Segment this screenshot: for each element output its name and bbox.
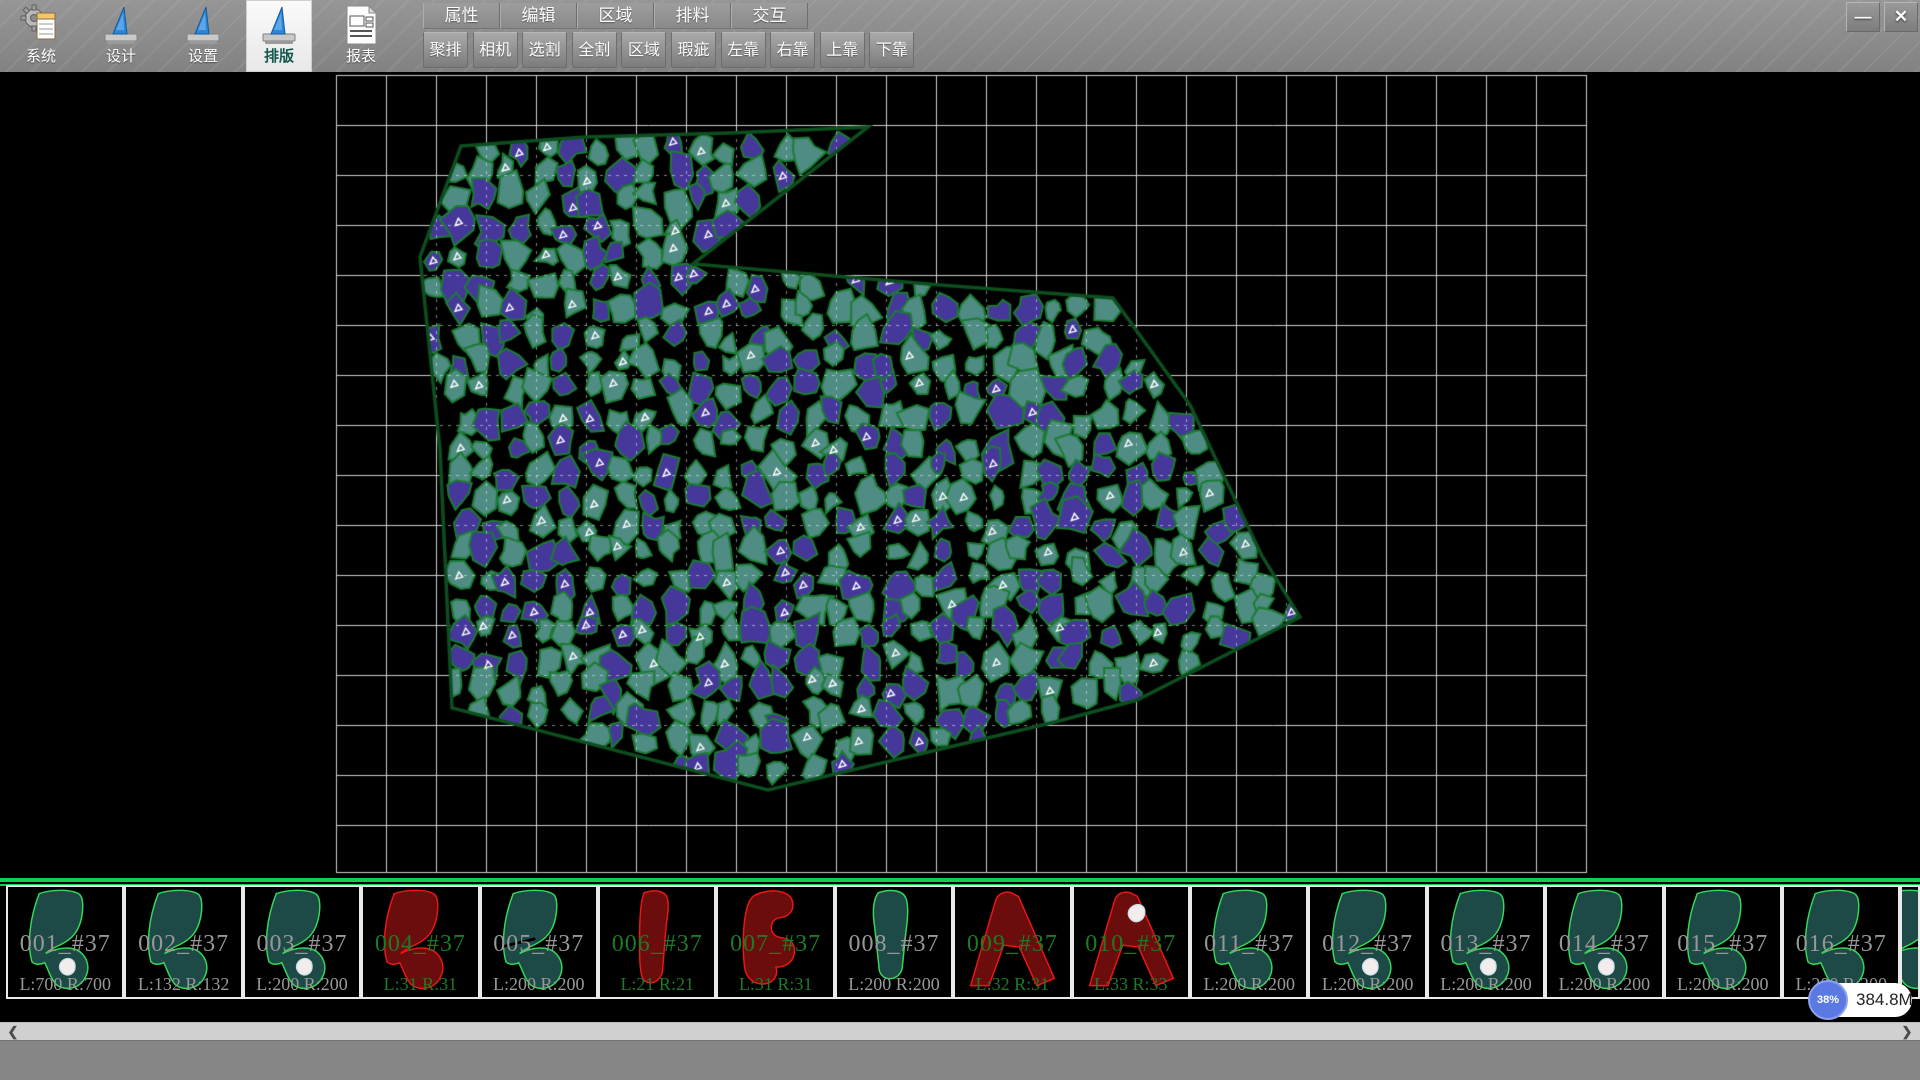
piece-lr-label: L:31 R:31	[718, 974, 832, 995]
piece-lr-label: L:200 R:200	[837, 974, 951, 995]
thumbnail-cell-10[interactable]: 010_#37 L:33 R:33	[1072, 885, 1190, 999]
piece-shape	[1900, 888, 1920, 995]
thumbnail-cell-1[interactable]: 001_#37 L:700 R:700	[6, 885, 124, 999]
nav-item-label: 报表	[328, 45, 394, 66]
nav-item-2[interactable]: 设计	[88, 0, 154, 72]
nav-item-label: 设置	[170, 45, 236, 66]
thumbnail-strip: 001_#37 L:700 R:700002_#37 L:132 R:132003_…	[0, 878, 1920, 1022]
thumbnail-cell-14[interactable]: 014_#37 L:200 R:200	[1545, 885, 1663, 999]
thumbnail-cell-3[interactable]: 003_#37 L:200 R:200	[243, 885, 361, 999]
menu-tab-3[interactable]: 区域	[577, 3, 654, 29]
status-badge[interactable]: 38% 384.8M	[1810, 983, 1912, 1017]
ruler-icon	[257, 3, 301, 47]
tool-button-8[interactable]: 右靠	[770, 32, 815, 68]
nav-item-5[interactable]: 报表	[328, 0, 394, 72]
thumbnail-cell-12[interactable]: 012_#37 L:200 R:200	[1308, 885, 1426, 999]
menu-tab-1[interactable]: 属性	[423, 3, 500, 29]
tool-button-7[interactable]: 左靠	[721, 32, 766, 68]
app-window: 系统设计设置排版报表 属性编辑区域排料交互 聚排相机选割全割区域瑕疵左靠右靠上靠…	[0, 0, 1920, 1080]
piece-id-label: 004_#37	[363, 931, 477, 958]
piece-lr-label: L:200 R:200	[1547, 974, 1661, 995]
thumbnail-cell-8[interactable]: 008_#37 L:200 R:200	[835, 885, 953, 999]
thumbnail-cell-2[interactable]: 002_#37 L:132 R:132	[124, 885, 242, 999]
minimize-button[interactable]: —	[1846, 2, 1880, 32]
piece-id-label: 003_#37	[245, 931, 359, 958]
piece-id-label: 008_#37	[837, 931, 951, 958]
piece-lr-label: L:21 R:21	[600, 974, 714, 995]
thumbnail-cell-5[interactable]: 005_#37 L:200 R:200	[480, 885, 598, 999]
piece-id-label: 014_#37	[1547, 931, 1661, 958]
tool-button-9[interactable]: 上靠	[820, 32, 865, 68]
ruler-icon	[99, 3, 143, 47]
piece-id-label: 015_#37	[1666, 931, 1780, 958]
piece-lr-label: L:200 R:200	[1192, 974, 1306, 995]
gear-icon	[19, 3, 63, 47]
piece-lr-label: L:200 R:200	[482, 974, 596, 995]
tool-button-3[interactable]: 选割	[522, 32, 567, 68]
tool-button-4[interactable]: 全割	[572, 32, 617, 68]
thumbnail-cell-9[interactable]: 009_#37 L:32 R:31	[953, 885, 1071, 999]
piece-id-label: 009_#37	[955, 931, 1069, 958]
scroll-left-arrow[interactable]: ❮	[0, 1023, 26, 1041]
thumbnail-cell-13[interactable]: 013_#37 L:200 R:200	[1427, 885, 1545, 999]
piece-lr-label: L:31 R:31	[363, 974, 477, 995]
piece-lr-label: L:200 R:200	[1310, 974, 1424, 995]
piece-lr-label: L:200 R:200	[1429, 974, 1543, 995]
piece-id-label: 007_#37	[718, 931, 832, 958]
memory-value: 384.8M	[1856, 983, 1920, 1017]
piece-lr-label: L:200 R:200	[245, 974, 359, 995]
canvas-area	[0, 72, 1920, 878]
piece-id-label: 011_#37	[1192, 931, 1306, 958]
toolbar: 系统设计设置排版报表 属性编辑区域排料交互 聚排相机选割全割区域瑕疵左靠右靠上靠…	[0, 0, 1920, 73]
thumbnail-cell-17-partial[interactable]	[1900, 885, 1920, 999]
thumbnail-cell-7[interactable]: 007_#37 L:31 R:31	[716, 885, 834, 999]
close-button[interactable]: ✕	[1884, 2, 1918, 32]
nav-item-label: 设计	[88, 45, 154, 66]
thumbnail-cell-16[interactable]: 016_#37L:200 R:200	[1782, 885, 1900, 999]
nav-item-label: 排版	[246, 45, 312, 66]
piece-id-label: 013_#37	[1429, 931, 1543, 958]
piece-lr-label: L:32 R:31	[955, 974, 1069, 995]
piece-id-label: 016_#37	[1784, 931, 1898, 958]
nav-item-4[interactable]: 排版	[246, 0, 312, 72]
horizontal-scrollbar[interactable]: ❮ ❯	[0, 1022, 1920, 1040]
tool-button-10[interactable]: 下靠	[869, 32, 914, 68]
menu-tab-5[interactable]: 交互	[731, 3, 808, 29]
status-bar	[0, 1040, 1920, 1080]
report-icon	[339, 3, 383, 47]
tool-button-5[interactable]: 区域	[621, 32, 666, 68]
piece-id-label: 006_#37	[600, 931, 714, 958]
thumbnail-cell-11[interactable]: 011_#37 L:200 R:200	[1190, 885, 1308, 999]
nesting-canvas[interactable]	[0, 72, 1920, 878]
strip-divider-line	[0, 878, 1920, 882]
nav-item-label: 系统	[8, 45, 74, 66]
piece-id-label: 005_#37	[482, 931, 596, 958]
piece-lr-label: L:700 R:700	[8, 974, 122, 995]
thumbnail-cell-4[interactable]: 004_#37 L:31 R:31	[361, 885, 479, 999]
piece-lr-label: L:132 R:132	[126, 974, 240, 995]
piece-lr-label: L:200 R:200	[1666, 974, 1780, 995]
ruler-icon	[181, 3, 225, 47]
tool-button-1[interactable]: 聚排	[423, 32, 468, 68]
nav-item-1[interactable]: 系统	[8, 0, 74, 72]
piece-id-label: 012_#37	[1310, 931, 1424, 958]
progress-percent: 38%	[1808, 980, 1848, 1020]
thumbnail-cell-6[interactable]: 006_#37 L:21 R:21	[598, 885, 716, 999]
tool-button-6[interactable]: 瑕疵	[671, 32, 716, 68]
thumbnail-cell-15[interactable]: 015_#37 L:200 R:200	[1664, 885, 1782, 999]
piece-id-label: 002_#37	[126, 931, 240, 958]
nav-item-3[interactable]: 设置	[170, 0, 236, 72]
piece-id-label: 001_#37	[8, 931, 122, 958]
scroll-right-arrow[interactable]: ❯	[1894, 1023, 1920, 1041]
piece-lr-label: L:33 R:33	[1074, 974, 1188, 995]
menu-tab-2[interactable]: 编辑	[500, 3, 577, 29]
piece-id-label: 010_#37	[1074, 931, 1188, 958]
tool-button-2[interactable]: 相机	[473, 32, 518, 68]
menu-tab-4[interactable]: 排料	[654, 3, 731, 29]
